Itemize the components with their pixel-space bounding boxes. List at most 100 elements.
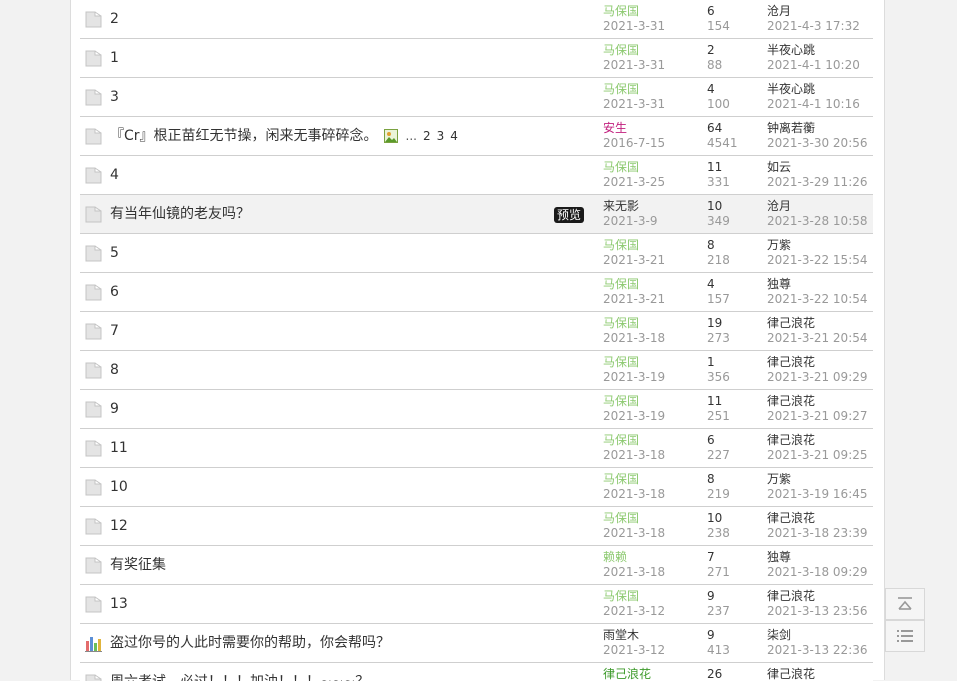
thread-title[interactable]: 有当年仙镜的老友吗？ xyxy=(110,195,250,233)
thread-title-text[interactable]: 5 xyxy=(110,234,119,272)
thread-row[interactable]: 6 马保国 2021-3-21 4 157 独尊 2021-3-22 10:54 xyxy=(80,273,873,312)
thread-title[interactable]: 『Cr』根正苗红无节操，闲来无事碎碎念。... 2 3 4 xyxy=(110,117,458,155)
thread-title-text[interactable]: 周六考试，必过！！！加油！！！~~~？ xyxy=(110,663,369,681)
thread-title[interactable]: 8 xyxy=(110,351,119,389)
last-post-time[interactable]: 2021-3-22 10:54 xyxy=(767,292,868,307)
thread-row[interactable]: 12 马保国 2021-3-18 10 238 律己浪花 2021-3-18 23:39 xyxy=(80,507,873,546)
last-post-time[interactable]: 2021-3-21 09:27 xyxy=(767,409,868,424)
last-post-time[interactable]: 2021-3-18 23:39 xyxy=(767,526,868,541)
author-name[interactable]: 马保国 xyxy=(603,4,665,19)
thread-row[interactable]: 有当年仙镜的老友吗？ 预览 来无影 2021-3-9 10 349 沧月 2021-3-28 … xyxy=(80,195,873,234)
page-link[interactable]: 4 xyxy=(450,117,458,155)
thread-row[interactable]: 2 马保国 2021-3-31 6 154 沧月 2021-4-3 17:32 xyxy=(80,0,873,39)
thread-title[interactable]: 盗过你号的人此时需要你的帮助，你会帮吗？ xyxy=(110,624,390,662)
author-name[interactable]: 马保国 xyxy=(603,160,665,175)
thread-row[interactable]: 1 马保国 2021-3-31 2 88 半夜心跳 2021-4-1 10:20 xyxy=(80,39,873,78)
author-name[interactable]: 律己浪花 xyxy=(603,667,651,681)
last-post-user[interactable]: 律己浪花 xyxy=(767,316,868,331)
last-post-user[interactable]: 钟离若蘅 xyxy=(767,121,868,136)
last-post-time[interactable]: 2021-3-28 10:58 xyxy=(767,214,868,229)
thread-title-text[interactable]: 『Cr』根正苗红无节操，闲来无事碎碎念。 xyxy=(110,117,378,155)
thread-title[interactable]: 13 xyxy=(110,585,128,623)
thread-title-text[interactable]: 9 xyxy=(110,390,119,428)
last-post-user[interactable]: 律己浪花 xyxy=(767,511,868,526)
page-link[interactable]: 2 xyxy=(423,117,431,155)
author-name[interactable]: 马保国 xyxy=(603,433,665,448)
thread-title-text[interactable]: 12 xyxy=(110,507,128,545)
last-post-user[interactable]: 律己浪花 xyxy=(767,589,868,604)
author-name[interactable]: 马保国 xyxy=(603,238,665,253)
last-post-time[interactable]: 2021-3-21 20:54 xyxy=(767,331,868,346)
thread-title[interactable]: 3 xyxy=(110,78,119,116)
thread-row[interactable]: 8 马保国 2021-3-19 1 356 律己浪花 2021-3-21 09:29 xyxy=(80,351,873,390)
last-post-user[interactable]: 柒剑 xyxy=(767,628,868,643)
last-post-time[interactable]: 2021-3-21 09:29 xyxy=(767,370,868,385)
last-post-time[interactable]: 2021-3-22 15:54 xyxy=(767,253,868,268)
thread-title[interactable]: 12 xyxy=(110,507,128,545)
last-post-user[interactable]: 律己浪花 xyxy=(767,355,868,370)
last-post-user[interactable]: 沧月 xyxy=(767,4,860,19)
last-post-user[interactable]: 律己浪花 xyxy=(767,394,868,409)
author-name[interactable]: 马保国 xyxy=(603,472,665,487)
thread-row[interactable]: 5 马保国 2021-3-21 8 218 万紫 2021-3-22 15:54 xyxy=(80,234,873,273)
thread-title-text[interactable]: 2 xyxy=(110,0,119,38)
last-post-time[interactable]: 2021-3-19 16:45 xyxy=(767,487,868,502)
thread-title-text[interactable]: 4 xyxy=(110,156,119,194)
last-post-user[interactable]: 独尊 xyxy=(767,277,868,292)
thread-title[interactable]: 1 xyxy=(110,39,119,77)
thread-title-text[interactable]: 8 xyxy=(110,351,119,389)
last-post-time[interactable]: 2021-3-21 09:25 xyxy=(767,448,868,463)
thread-row[interactable]: 周六考试，必过！！！加油！！！~~~？ 律己浪花 26 律己浪花 xyxy=(80,663,873,681)
back-to-top-button[interactable] xyxy=(885,588,925,620)
last-post-user[interactable]: 万紫 xyxy=(767,472,868,487)
last-post-time[interactable]: 2021-3-18 09:29 xyxy=(767,565,868,580)
preview-button[interactable]: 预览 xyxy=(554,207,585,223)
last-post-user[interactable]: 万紫 xyxy=(767,238,868,253)
thread-list-button[interactable] xyxy=(885,620,925,652)
author-name[interactable]: 赖赖 xyxy=(603,550,665,565)
thread-row[interactable]: 11 马保国 2021-3-18 6 227 律己浪花 2021-3-21 09:25 xyxy=(80,429,873,468)
author-name[interactable]: 来无影 xyxy=(603,199,657,214)
thread-row[interactable]: 有奖征集 赖赖 2021-3-18 7 271 独尊 2021-3-18 09:29 xyxy=(80,546,873,585)
author-name[interactable]: 马保国 xyxy=(603,394,665,409)
thread-row[interactable]: 13 马保国 2021-3-12 9 237 律己浪花 2021-3-13 23:56 xyxy=(80,585,873,624)
author-name[interactable]: 安生 xyxy=(603,121,665,136)
thread-title-text[interactable]: 13 xyxy=(110,585,128,623)
last-post-time[interactable]: 2021-4-1 10:16 xyxy=(767,97,860,112)
thread-row[interactable]: 4 马保国 2021-3-25 11 331 如云 2021-3-29 11:26 xyxy=(80,156,873,195)
thread-title-text[interactable]: 3 xyxy=(110,78,119,116)
thread-title[interactable]: 10 xyxy=(110,468,128,506)
thread-row[interactable]: 『Cr』根正苗红无节操，闲来无事碎碎念。... 2 3 4 安生 2016-7-15 64 4… xyxy=(80,117,873,156)
thread-title[interactable]: 4 xyxy=(110,156,119,194)
thread-title[interactable]: 9 xyxy=(110,390,119,428)
last-post-time[interactable]: 2021-4-3 17:32 xyxy=(767,19,860,34)
thread-title-text[interactable]: 7 xyxy=(110,312,119,350)
last-post-time[interactable]: 2021-3-29 11:26 xyxy=(767,175,868,190)
thread-title-text[interactable]: 11 xyxy=(110,429,128,467)
thread-row[interactable]: 盗过你号的人此时需要你的帮助，你会帮吗？ 雨堂木 2021-3-12 9 413 柒剑 20… xyxy=(80,624,873,663)
thread-title-text[interactable]: 1 xyxy=(110,39,119,77)
last-post-user[interactable]: 半夜心跳 xyxy=(767,82,860,97)
last-post-user[interactable]: 律己浪花 xyxy=(767,667,815,681)
author-name[interactable]: 马保国 xyxy=(603,82,665,97)
page-link[interactable]: 3 xyxy=(437,117,445,155)
thread-title[interactable]: 有奖征集 xyxy=(110,546,166,584)
author-name[interactable]: 雨堂木 xyxy=(603,628,665,643)
author-name[interactable]: 马保国 xyxy=(603,589,665,604)
last-post-user[interactable]: 如云 xyxy=(767,160,868,175)
thread-row[interactable]: 10 马保国 2021-3-18 8 219 万紫 2021-3-19 16:45 xyxy=(80,468,873,507)
thread-title-text[interactable]: 有奖征集 xyxy=(110,546,166,584)
thread-title[interactable]: 5 xyxy=(110,234,119,272)
thread-row[interactable]: 3 马保国 2021-3-31 4 100 半夜心跳 2021-4-1 10:16 xyxy=(80,78,873,117)
last-post-user[interactable]: 独尊 xyxy=(767,550,868,565)
last-post-time[interactable]: 2021-4-1 10:20 xyxy=(767,58,860,73)
thread-title-text[interactable]: 6 xyxy=(110,273,119,311)
author-name[interactable]: 马保国 xyxy=(603,316,665,331)
thread-title-text[interactable]: 盗过你号的人此时需要你的帮助，你会帮吗？ xyxy=(110,624,390,662)
thread-title[interactable]: 2 xyxy=(110,0,119,38)
last-post-time[interactable]: 2021-3-13 23:56 xyxy=(767,604,868,619)
thread-row[interactable]: 7 马保国 2021-3-18 19 273 律己浪花 2021-3-21 20:54 xyxy=(80,312,873,351)
author-name[interactable]: 马保国 xyxy=(603,277,665,292)
thread-title[interactable]: 11 xyxy=(110,429,128,467)
author-name[interactable]: 马保国 xyxy=(603,43,665,58)
